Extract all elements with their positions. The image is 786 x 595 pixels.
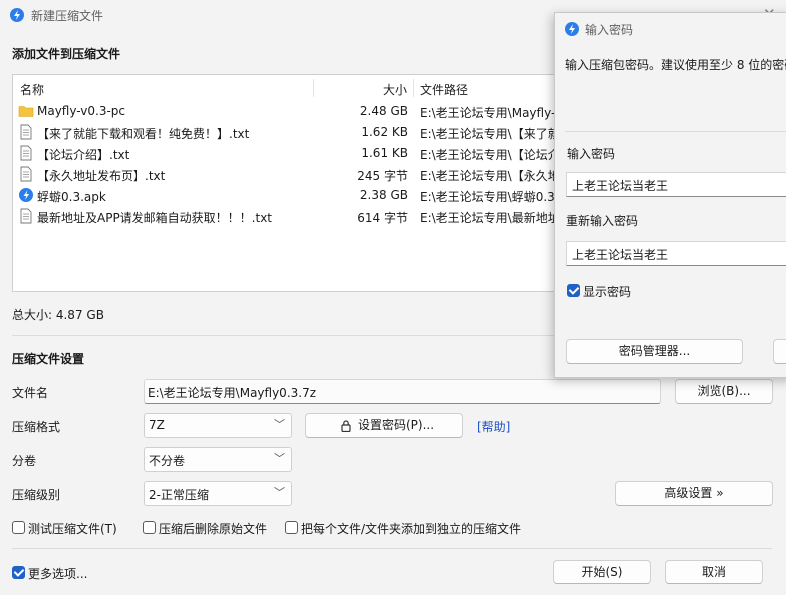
format-select[interactable]: 7Z ﹀ — [144, 413, 292, 438]
file-list[interactable]: 名称 大小 文件路径 Mayfly-v0.3-pc 2.48 GB E:\老王论坛专… — [12, 74, 557, 292]
cancel-button[interactable]: 取消 — [665, 560, 763, 584]
start-button[interactable]: 开始(S) — [553, 560, 651, 584]
more-options-label[interactable]: 更多选项... — [28, 565, 87, 582]
total-size: 总大小: 4.87 GB — [12, 308, 104, 322]
file-size: 2.38 GB — [359, 188, 408, 202]
filename-value: E:\老王论坛专用\Mayfly0.3.7z — [148, 386, 317, 400]
delete-after-checkbox[interactable] — [143, 521, 156, 534]
divider — [12, 548, 772, 549]
file-row[interactable]: 【来了就能下载和观看！纯免费！】.txt 1.62 KB E:\老王论坛专用\【来了… — [13, 122, 556, 143]
file-path: E:\老王论坛专用\【永久地 — [420, 169, 557, 183]
chevron-down-icon: ﹀ — [274, 418, 285, 431]
dialog-title: 输入密码 — [585, 23, 634, 37]
file-list-header: 名称 大小 文件路径 — [13, 75, 556, 101]
more-options-checkbox[interactable] — [12, 566, 25, 579]
file-size: 2.48 GB — [359, 104, 408, 118]
filename-label: 文件名 — [12, 386, 49, 400]
file-row[interactable]: 【永久地址发布页】.txt 245 字节 E:\老王论坛专用\【永久地 — [13, 164, 556, 185]
browse-button[interactable]: 浏览(B)... — [675, 379, 773, 404]
advanced-settings-button[interactable]: 高级设置 » — [615, 481, 773, 506]
file-name: 【论坛介绍】.txt — [37, 148, 130, 162]
file-path: E:\老王论坛专用\【来了就 — [420, 127, 557, 141]
file-path: E:\老王论坛专用\【论坛介 — [420, 148, 557, 162]
format-label: 压缩格式 — [12, 420, 61, 434]
separate-archives-checkbox[interactable] — [285, 521, 298, 534]
test-archive-label: 测试压缩文件(T) — [28, 522, 117, 536]
separate-archives-label: 把每个文件/文件夹添加到独立的压缩文件 — [301, 522, 522, 536]
confirm-password-value: 上老王论坛当老王 — [572, 248, 669, 262]
file-path: E:\老王论坛专用\蜉蝣0.3 — [420, 190, 555, 204]
file-size: 1.61 KB — [361, 146, 408, 160]
file-size: 1.62 KB — [361, 125, 408, 139]
level-value: 2-正常压缩 — [149, 488, 209, 502]
file-path: E:\老王论坛专用\Mayfly- — [420, 106, 556, 120]
password-manager-button[interactable]: 密码管理器... — [566, 339, 743, 364]
show-password-checkbox[interactable] — [567, 284, 580, 297]
filename-input[interactable]: E:\老王论坛专用\Mayfly0.3.7z — [144, 379, 661, 404]
settings-heading: 压缩文件设置 — [12, 352, 85, 366]
delete-after-label: 压缩后删除原始文件 — [159, 522, 268, 536]
show-password-label: 显示密码 — [583, 285, 632, 299]
file-row[interactable]: 蜉蝣0.3.apk 2.38 GB E:\老王论坛专用\蜉蝣0.3 — [13, 185, 556, 206]
file-name: Mayfly-v0.3-pc — [37, 104, 125, 118]
app-logo-icon — [565, 22, 579, 36]
chevron-down-icon: ﹀ — [274, 452, 285, 465]
dialog-second-button[interactable] — [773, 339, 786, 364]
apk-icon — [18, 187, 34, 203]
file-row[interactable]: Mayfly-v0.3-pc 2.48 GB E:\老王论坛专用\Mayfly- — [13, 101, 556, 122]
level-select[interactable]: 2-正常压缩 ﹀ — [144, 481, 292, 506]
file-size: 614 字节 — [357, 211, 408, 225]
dialog-description: 输入压缩包密码。建议使用至少 8 位的密码 — [565, 58, 786, 72]
chevron-down-icon: ﹀ — [274, 486, 285, 499]
text-file-icon — [18, 145, 34, 161]
level-label: 压缩级别 — [12, 488, 61, 502]
format-value: 7Z — [149, 418, 165, 432]
file-name: 【来了就能下载和观看！纯免费！】.txt — [37, 127, 250, 141]
file-row[interactable]: 【论坛介绍】.txt 1.61 KB E:\老王论坛专用\【论坛介 — [13, 143, 556, 164]
divider — [565, 131, 786, 132]
file-row[interactable]: 最新地址及APP请发邮箱自动获取！！！.txt 614 字节 E:\老王论坛专用\最… — [13, 206, 556, 227]
file-name: 蜉蝣0.3.apk — [37, 190, 106, 204]
file-path: E:\老王论坛专用\最新地址 — [420, 211, 557, 225]
text-file-icon — [18, 124, 34, 140]
split-select[interactable]: 不分卷 ﹀ — [144, 447, 292, 472]
file-size: 245 字节 — [357, 169, 408, 183]
app-logo-icon — [10, 8, 24, 22]
add-files-heading: 添加文件到压缩文件 — [12, 47, 121, 61]
window-title: 新建压缩文件 — [31, 9, 104, 23]
confirm-password-input[interactable]: 上老王论坛当老王 — [566, 241, 786, 266]
folder-icon — [18, 103, 34, 119]
help-link[interactable]: [帮助] — [477, 418, 510, 435]
file-name: 最新地址及APP请发邮箱自动获取！！！.txt — [37, 211, 273, 225]
lock-icon — [341, 420, 351, 432]
split-value: 不分卷 — [149, 454, 186, 468]
column-header-name[interactable]: 名称 — [20, 81, 44, 98]
password-dialog: 输入密码 输入压缩包密码。建议使用至少 8 位的密码 输入密码 上老王论坛当老王… — [554, 12, 786, 378]
column-header-size[interactable]: 大小 — [383, 81, 407, 98]
text-file-icon — [18, 166, 34, 182]
set-password-button[interactable]: 设置密码(P)... — [305, 413, 463, 438]
password-input[interactable]: 上老王论坛当老王 — [566, 172, 786, 197]
file-name: 【永久地址发布页】.txt — [37, 169, 166, 183]
column-header-path[interactable]: 文件路径 — [420, 81, 468, 98]
test-archive-checkbox[interactable] — [12, 521, 25, 534]
text-file-icon — [18, 208, 34, 224]
set-password-label: 设置密码(P)... — [358, 418, 435, 432]
password-value: 上老王论坛当老王 — [572, 179, 669, 193]
confirm-password-label: 重新输入密码 — [566, 214, 639, 228]
split-label: 分卷 — [12, 454, 37, 468]
password-label: 输入密码 — [567, 147, 616, 161]
